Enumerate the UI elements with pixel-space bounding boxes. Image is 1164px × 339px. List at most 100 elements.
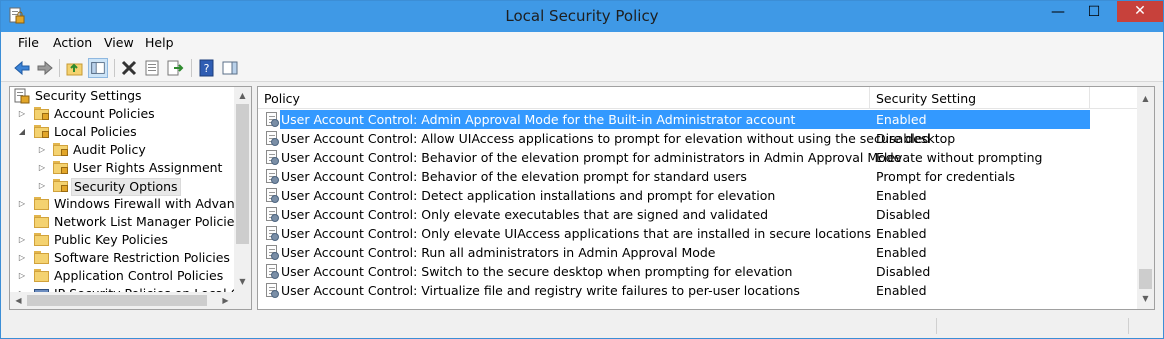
scroll-right-arrow[interactable]: ▶: [217, 292, 234, 309]
tree-vertical-scrollbar[interactable]: ▲ ▼: [234, 87, 251, 292]
table-row[interactable]: User Account Control: Behavior of the el…: [258, 167, 1138, 186]
tree-item-label: Security Options: [71, 178, 181, 196]
show-action-pane-icon[interactable]: [220, 58, 240, 78]
policy-name: User Account Control: Only elevate UIAcc…: [281, 226, 871, 241]
security-setting-value: Disabled: [876, 207, 931, 222]
expand-icon[interactable]: ▷: [17, 105, 27, 123]
security-setting-value: Prompt for credentials: [876, 169, 1015, 184]
forward-icon[interactable]: [35, 58, 55, 78]
policy-setting-icon: [265, 207, 280, 222]
policy-name: User Account Control: Behavior of the el…: [281, 169, 747, 184]
status-segment: [936, 318, 937, 334]
security-setting-value: Disabled: [876, 264, 931, 279]
table-row[interactable]: User Account Control: Admin Approval Mod…: [258, 110, 1138, 129]
policy-name: User Account Control: Admin Approval Mod…: [281, 112, 796, 127]
close-button[interactable]: ✕: [1117, 1, 1163, 22]
menu-view[interactable]: View: [104, 35, 134, 50]
scroll-thumb[interactable]: [27, 295, 207, 306]
svg-text:?: ?: [204, 62, 210, 75]
up-folder-icon[interactable]: [65, 58, 85, 78]
security-setting-value: Disabled: [876, 131, 931, 146]
table-row[interactable]: User Account Control: Only elevate UIAcc…: [258, 224, 1138, 243]
table-row[interactable]: User Account Control: Behavior of the el…: [258, 148, 1138, 167]
policy-name: User Account Control: Only elevate execu…: [281, 207, 769, 222]
title-bar[interactable]: Local Security Policy — ☐ ✕: [1, 1, 1163, 32]
help-icon[interactable]: ?: [197, 58, 217, 78]
scroll-left-arrow[interactable]: ◀: [10, 292, 27, 309]
tree-item-label: Application Control Policies: [54, 268, 224, 283]
policy-setting-icon: [265, 264, 280, 279]
policy-setting-icon: [265, 188, 280, 203]
policy-setting-icon: [265, 150, 280, 165]
menu-file[interactable]: File: [18, 35, 39, 50]
status-bar: [1, 314, 1163, 338]
folder-icon: [34, 233, 49, 246]
scroll-up-arrow[interactable]: ▲: [1137, 90, 1154, 107]
column-header-policy[interactable]: Policy: [264, 91, 300, 106]
menu-bar: File Action View Help: [1, 32, 1163, 54]
table-row[interactable]: User Account Control: Allow UIAccess app…: [258, 129, 1138, 148]
list-header: ^ Policy Security Setting: [258, 87, 1138, 109]
status-segment: [1128, 318, 1129, 334]
folder-icon: [34, 197, 49, 210]
delete-icon[interactable]: [119, 58, 139, 78]
policy-setting-icon: [265, 112, 280, 127]
policy-name: User Account Control: Behavior of the el…: [281, 150, 902, 165]
scroll-thumb[interactable]: [236, 104, 249, 244]
tree-item-label: Public Key Policies: [54, 232, 168, 247]
locked-folder-icon: [53, 179, 68, 192]
expand-icon[interactable]: ▷: [37, 177, 47, 195]
expand-icon[interactable]: ▷: [37, 159, 47, 177]
tree-item-label: Windows Firewall with Advanced S: [54, 196, 252, 211]
column-header-security-setting[interactable]: Security Setting: [876, 91, 976, 106]
policy-name: User Account Control: Run all administra…: [281, 245, 716, 260]
collapse-icon[interactable]: ◢: [17, 123, 27, 141]
expand-icon[interactable]: ▷: [37, 141, 47, 159]
policy-setting-icon: [265, 226, 280, 241]
tree-item-label: Security Settings: [35, 88, 142, 103]
locked-folder-icon: [34, 107, 49, 120]
maximize-button[interactable]: ☐: [1081, 1, 1107, 23]
expand-icon[interactable]: ▷: [17, 195, 27, 213]
menu-help[interactable]: Help: [145, 35, 174, 50]
policy-name: User Account Control: Switch to the secu…: [281, 264, 793, 279]
toolbar: ?: [1, 54, 1163, 82]
table-row[interactable]: User Account Control: Virtualize file an…: [258, 281, 1138, 300]
app-window: Local Security Policy — ☐ ✕ File Action …: [0, 0, 1164, 339]
table-row[interactable]: User Account Control: Only elevate execu…: [258, 205, 1138, 224]
scroll-up-arrow[interactable]: ▲: [234, 87, 251, 104]
security-setting-value: Enabled: [876, 283, 927, 298]
policy-setting-icon: [265, 245, 280, 260]
folder-icon: [34, 215, 49, 228]
scroll-down-arrow[interactable]: ▼: [234, 273, 251, 290]
policy-setting-icon: [265, 131, 280, 146]
expand-icon[interactable]: ▷: [17, 267, 27, 285]
tree-item-label: Software Restriction Policies: [54, 250, 230, 265]
security-setting-value: Enabled: [876, 188, 927, 203]
tree-horizontal-scrollbar[interactable]: ◀ ▶: [10, 292, 251, 309]
table-row[interactable]: User Account Control: Run all administra…: [258, 243, 1138, 262]
menu-action[interactable]: Action: [53, 35, 92, 50]
security-setting-value: Enabled: [876, 245, 927, 260]
security-setting-value: Enabled: [876, 112, 927, 127]
properties-icon[interactable]: [142, 58, 162, 78]
locked-folder-icon: [34, 125, 49, 138]
table-row[interactable]: User Account Control: Switch to the secu…: [258, 262, 1138, 281]
export-list-icon[interactable]: [165, 58, 185, 78]
policy-name: User Account Control: Virtualize file an…: [281, 283, 800, 298]
expand-icon[interactable]: ▷: [17, 249, 27, 267]
scroll-down-arrow[interactable]: ▼: [1137, 290, 1154, 307]
show-hide-tree-icon[interactable]: [88, 58, 108, 78]
tree-item-label: User Rights Assignment: [73, 160, 223, 175]
expand-icon[interactable]: ▷: [17, 231, 27, 249]
policy-setting-icon: [265, 169, 280, 184]
list-vertical-scrollbar[interactable]: ▲ ▼: [1137, 87, 1154, 309]
locked-folder-icon: [53, 161, 68, 174]
minimize-button[interactable]: —: [1045, 1, 1071, 23]
scroll-thumb[interactable]: [1139, 269, 1152, 289]
tree-item-label: Account Policies: [54, 106, 155, 121]
back-icon[interactable]: [12, 58, 32, 78]
policy-name: User Account Control: Allow UIAccess app…: [281, 131, 956, 146]
table-row[interactable]: User Account Control: Detect application…: [258, 186, 1138, 205]
tree-item-label: Network List Manager Policies: [54, 214, 241, 229]
